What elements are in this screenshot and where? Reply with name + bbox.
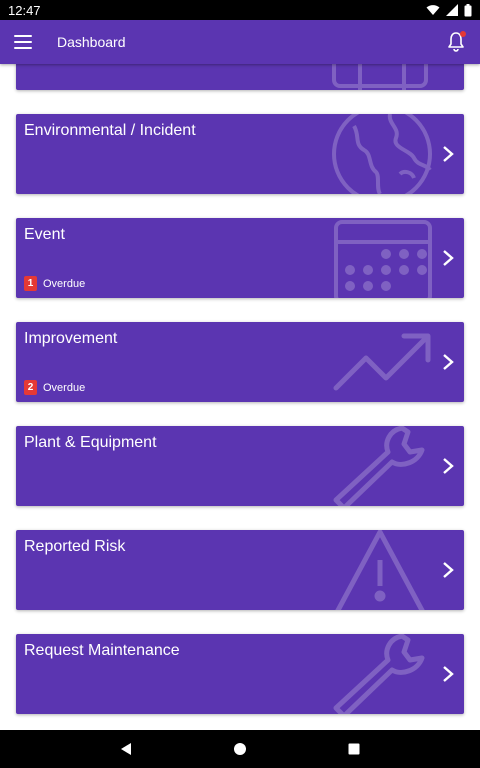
back-triangle-icon — [121, 743, 131, 755]
app-bar: Dashboard — [0, 20, 480, 64]
dashboard-card-event[interactable]: Event 1 Overdue — [16, 218, 464, 298]
card-title: Improvement — [24, 330, 118, 347]
chevron-right-icon — [443, 562, 454, 578]
wrench-icon — [333, 634, 425, 714]
status-time: 12:47 — [8, 2, 41, 18]
overdue-label: Overdue — [43, 277, 86, 290]
page-title: Dashboard — [57, 34, 126, 50]
overdue-indicator: 1 Overdue — [24, 276, 85, 291]
card-title: Plant & Equipment — [24, 434, 157, 451]
overdue-indicator: 2 Overdue — [24, 380, 85, 395]
card-title: Request Maintenance — [24, 642, 180, 659]
dashboard-list: Environmental / Incident Event 1 Overdue… — [0, 64, 480, 730]
menu-icon[interactable] — [14, 35, 32, 49]
notification-dot — [460, 31, 466, 37]
dashboard-card-request-maintenance[interactable]: Request Maintenance — [16, 634, 464, 714]
dashboard-card-partial[interactable] — [16, 64, 464, 90]
recents-button[interactable] — [342, 737, 366, 761]
overdue-count-badge: 2 — [24, 380, 37, 395]
overdue-count-badge: 1 — [24, 276, 37, 291]
chevron-right-icon — [443, 250, 454, 266]
home-circle-icon — [234, 743, 246, 755]
trend-up-icon — [333, 333, 431, 391]
chevron-right-icon — [443, 666, 454, 682]
dashboard-card-environmental-incident[interactable]: Environmental / Incident — [16, 114, 464, 194]
status-icons — [426, 3, 472, 17]
back-button[interactable] — [114, 737, 138, 761]
card-title: Reported Risk — [24, 538, 126, 555]
home-button[interactable] — [228, 737, 252, 761]
wifi-icon — [426, 5, 440, 15]
bell-icon[interactable] — [446, 31, 466, 53]
chevron-right-icon — [443, 354, 454, 370]
chevron-right-icon — [443, 458, 454, 474]
recents-square-icon — [348, 743, 360, 755]
wrench-icon — [333, 426, 425, 506]
dashboard-card-reported-risk[interactable]: Reported Risk — [16, 530, 464, 610]
dashboard-card-plant-equipment[interactable]: Plant & Equipment — [16, 426, 464, 506]
card-title: Event — [24, 226, 65, 243]
overdue-label: Overdue — [43, 381, 86, 394]
chevron-right-icon — [443, 146, 454, 162]
calendar-icon — [334, 220, 432, 298]
status-bar: 12:47 — [0, 0, 480, 20]
calendar-icon — [332, 64, 428, 90]
globe-icon — [332, 114, 432, 194]
dashboard-card-improvement[interactable]: Improvement 2 Overdue — [16, 322, 464, 402]
system-nav-bar — [0, 730, 480, 768]
battery-icon — [464, 3, 472, 16]
warning-icon — [335, 530, 425, 610]
signal-icon — [446, 4, 458, 16]
card-title: Environmental / Incident — [24, 122, 196, 139]
